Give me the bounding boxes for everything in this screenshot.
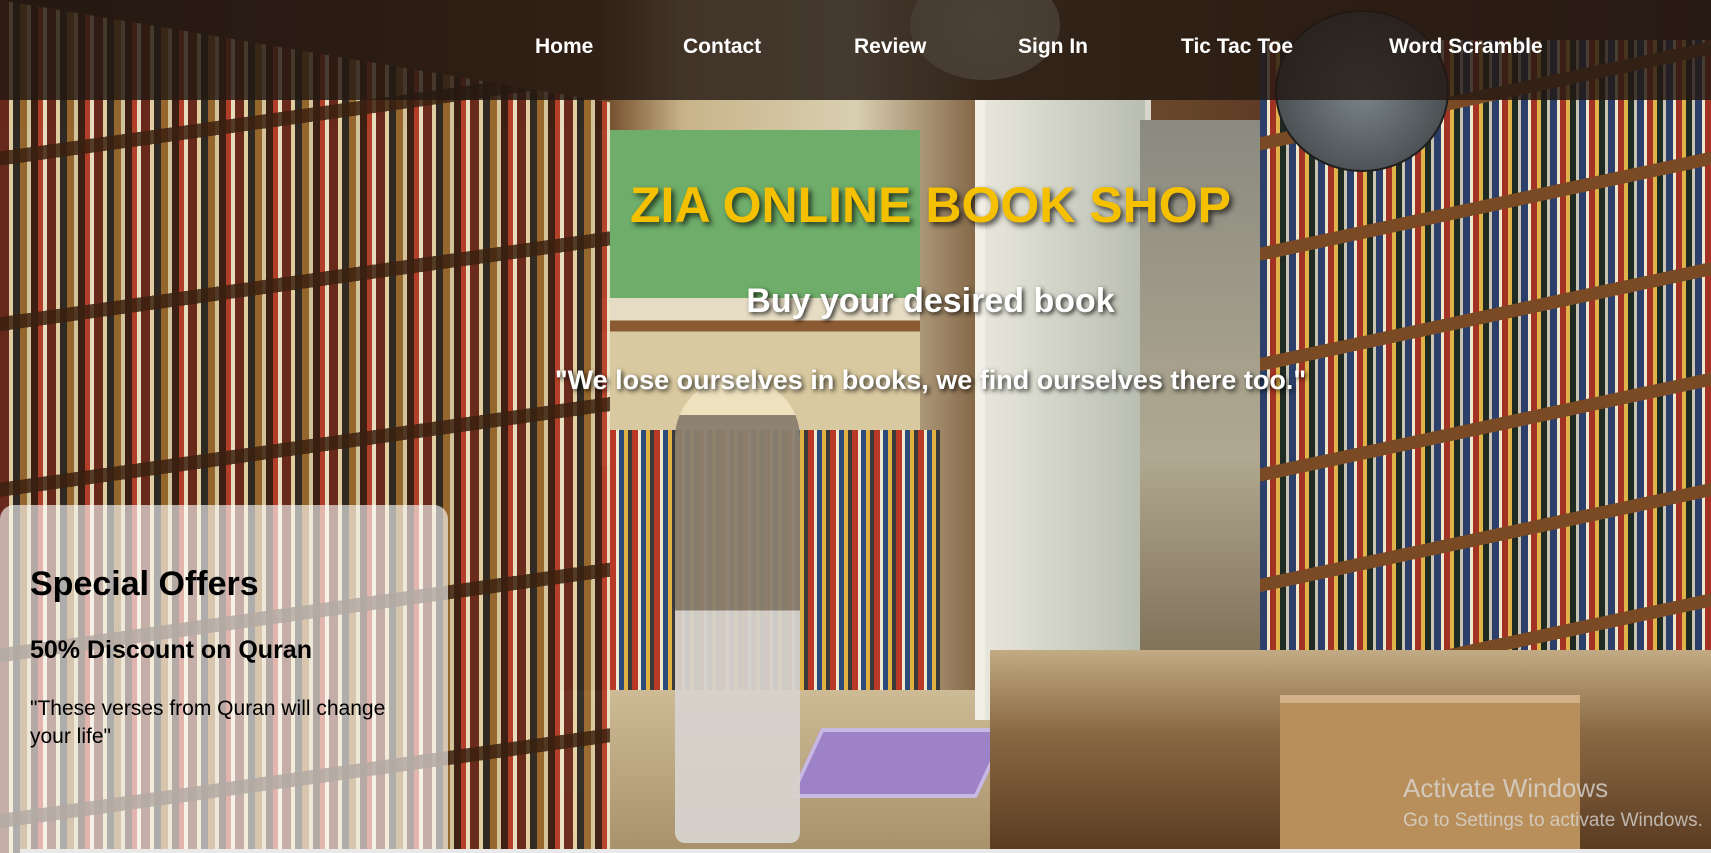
windows-activation-watermark: Activate Windows Go to Settings to activ… (1403, 773, 1703, 832)
page-bottom-divider (20, 849, 1711, 853)
nav-link-review[interactable]: Review (854, 35, 926, 59)
hero-title: ZIA ONLINE BOOK SHOP (630, 177, 1231, 233)
special-offers-panel: Special Offers 50% Discount on Quran "Th… (0, 505, 448, 853)
special-offers-title: Special Offers (30, 565, 259, 603)
offer-description: "These verses from Quran will change you… (30, 697, 386, 748)
customer-figure (675, 378, 800, 843)
offer-heading: 50% Discount on Quran (30, 636, 312, 664)
nav-link-contact[interactable]: Contact (683, 35, 761, 59)
nav-link-sign-in[interactable]: Sign In (1018, 35, 1088, 59)
hero-subtitle: Buy your desired book (746, 282, 1115, 320)
watermark-subtitle: Go to Settings to activate Windows. (1403, 810, 1703, 831)
nav-link-home[interactable]: Home (535, 35, 593, 59)
watermark-title: Activate Windows (1403, 773, 1609, 803)
navbar: Home Contact Review Sign In Tic Tac Toe … (0, 0, 1711, 100)
nav-link-word-scramble[interactable]: Word Scramble (1389, 35, 1543, 59)
rug (788, 728, 1010, 798)
hero-quote: "We lose ourselves in books, we find our… (554, 365, 1307, 395)
nav-link-tic-tac-toe[interactable]: Tic Tac Toe (1181, 35, 1293, 59)
